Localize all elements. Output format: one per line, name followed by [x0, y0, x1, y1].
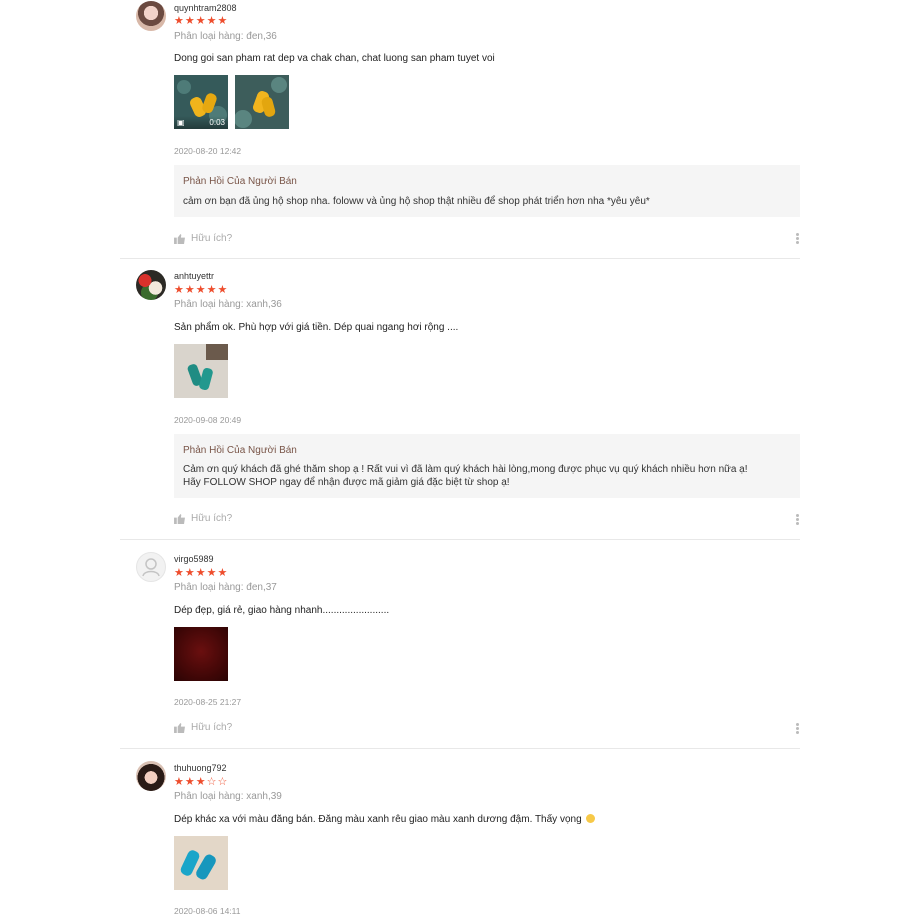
star-empty: ☆☆ — [206, 776, 229, 788]
star-rating: ★★★★★ — [174, 284, 229, 296]
reviewer-username[interactable]: thuhuong792 — [174, 763, 227, 773]
review-item: quynhtram2808 ★★★★★ Phân loại hàng: đen,… — [120, 0, 800, 259]
review-comment: Dép khác xa với màu đăng bán. Đăng màu x… — [174, 814, 596, 825]
seller-reply: Phản Hồi Của Người Bán cảm ơn bạn đã ủng… — [174, 165, 800, 217]
seller-reply-text: Hãy FOLLOW SHOP ngay để nhận được mã giả… — [183, 477, 510, 488]
thumbs-up-icon — [174, 722, 185, 733]
review-item: virgo5989 ★★★★★ Phân loại hàng: đen,37 D… — [120, 550, 800, 749]
review-media — [174, 627, 228, 681]
avatar[interactable] — [136, 552, 166, 582]
review-divider — [120, 539, 800, 540]
review-photo-thumbnail[interactable] — [174, 836, 228, 890]
seller-reply-text: Cảm ơn quý khách đã ghé thăm shop ạ ! Rấ… — [183, 464, 748, 475]
avatar[interactable] — [136, 270, 166, 300]
default-user-icon — [142, 558, 160, 577]
review-date: 2020-08-06 14:11 — [174, 906, 241, 916]
sandal-photo — [235, 75, 289, 129]
star-rating: ★★★★★ — [174, 15, 229, 27]
star-rating: ★★★★★ — [174, 567, 229, 579]
review-media — [174, 836, 228, 890]
seller-reply-text: cảm ơn bạn đã ủng hộ shop nha. foloww và… — [183, 196, 650, 207]
review-divider — [120, 748, 800, 749]
sad-emoji-icon — [586, 814, 596, 823]
product-variant: Phân loại hàng: đen,36 — [174, 31, 277, 42]
review-item: thuhuong792 ★★★☆☆ Phân loại hàng: xanh,3… — [120, 759, 800, 917]
thumbs-up-icon — [174, 513, 185, 524]
review-photo-thumbnail[interactable] — [235, 75, 289, 129]
seller-reply: Phản Hồi Của Người Bán Cảm ơn quý khách … — [174, 434, 800, 498]
review-comment: Dong goi san pham rat dep va chak chan, … — [174, 53, 495, 64]
helpful-label: Hữu ích? — [191, 722, 233, 733]
review-comment: Sản phẩm ok. Phù hợp với giá tiền. Dép q… — [174, 322, 459, 333]
review-item: anhtuyettr ★★★★★ Phân loại hàng: xanh,36… — [120, 268, 800, 540]
review-comment: Dép đẹp, giá rẻ, giao hàng nhanh........… — [174, 605, 390, 616]
product-variant: Phân loại hàng: đen,37 — [174, 582, 277, 593]
more-options-icon[interactable] — [796, 513, 800, 526]
helpful-button[interactable]: Hữu ích? — [174, 722, 232, 733]
reviewer-username[interactable]: quynhtram2808 — [174, 3, 237, 13]
star-filled: ★★★ — [174, 776, 207, 788]
thumbs-up-icon — [174, 233, 185, 244]
review-media — [174, 344, 228, 398]
sandal-photo — [174, 344, 228, 398]
helpful-label: Hữu ích? — [191, 513, 233, 524]
review-comment-text: Dép khác xa với màu đăng bán. Đăng màu x… — [174, 814, 582, 825]
review-photo-thumbnail[interactable] — [174, 627, 228, 681]
video-badge: ▣ 0:03 — [174, 116, 228, 129]
video-camera-icon: ▣ — [177, 118, 185, 127]
star-rating: ★★★☆☆ — [174, 777, 228, 788]
helpful-button[interactable]: Hữu ích? — [174, 233, 232, 244]
review-video-thumbnail[interactable]: ▣ 0:03 — [174, 75, 228, 129]
review-date: 2020-08-20 12:42 — [174, 146, 242, 156]
review-media: ▣ 0:03 — [174, 75, 289, 129]
review-photo-thumbnail[interactable] — [174, 344, 228, 398]
seller-reply-title: Phản Hồi Của Người Bán — [183, 445, 297, 456]
review-date: 2020-09-08 20:49 — [174, 415, 242, 425]
video-duration: 0:03 — [209, 118, 225, 127]
product-variant: Phân loại hàng: xanh,39 — [174, 791, 282, 802]
reviewer-username[interactable]: anhtuyettr — [174, 271, 214, 281]
product-variant: Phân loại hàng: xanh,36 — [174, 299, 282, 310]
avatar[interactable] — [136, 761, 166, 791]
avatar[interactable] — [136, 1, 166, 31]
more-options-icon[interactable] — [796, 722, 800, 735]
reviewer-username[interactable]: virgo5989 — [174, 554, 214, 564]
more-options-icon[interactable] — [796, 232, 800, 245]
helpful-button[interactable]: Hữu ích? — [174, 513, 232, 524]
sandal-photo — [174, 836, 228, 890]
seller-reply-title: Phản Hồi Của Người Bán — [183, 176, 297, 187]
helpful-label: Hữu ích? — [191, 233, 233, 244]
review-divider — [120, 258, 800, 259]
review-date: 2020-08-25 21:27 — [174, 697, 242, 707]
